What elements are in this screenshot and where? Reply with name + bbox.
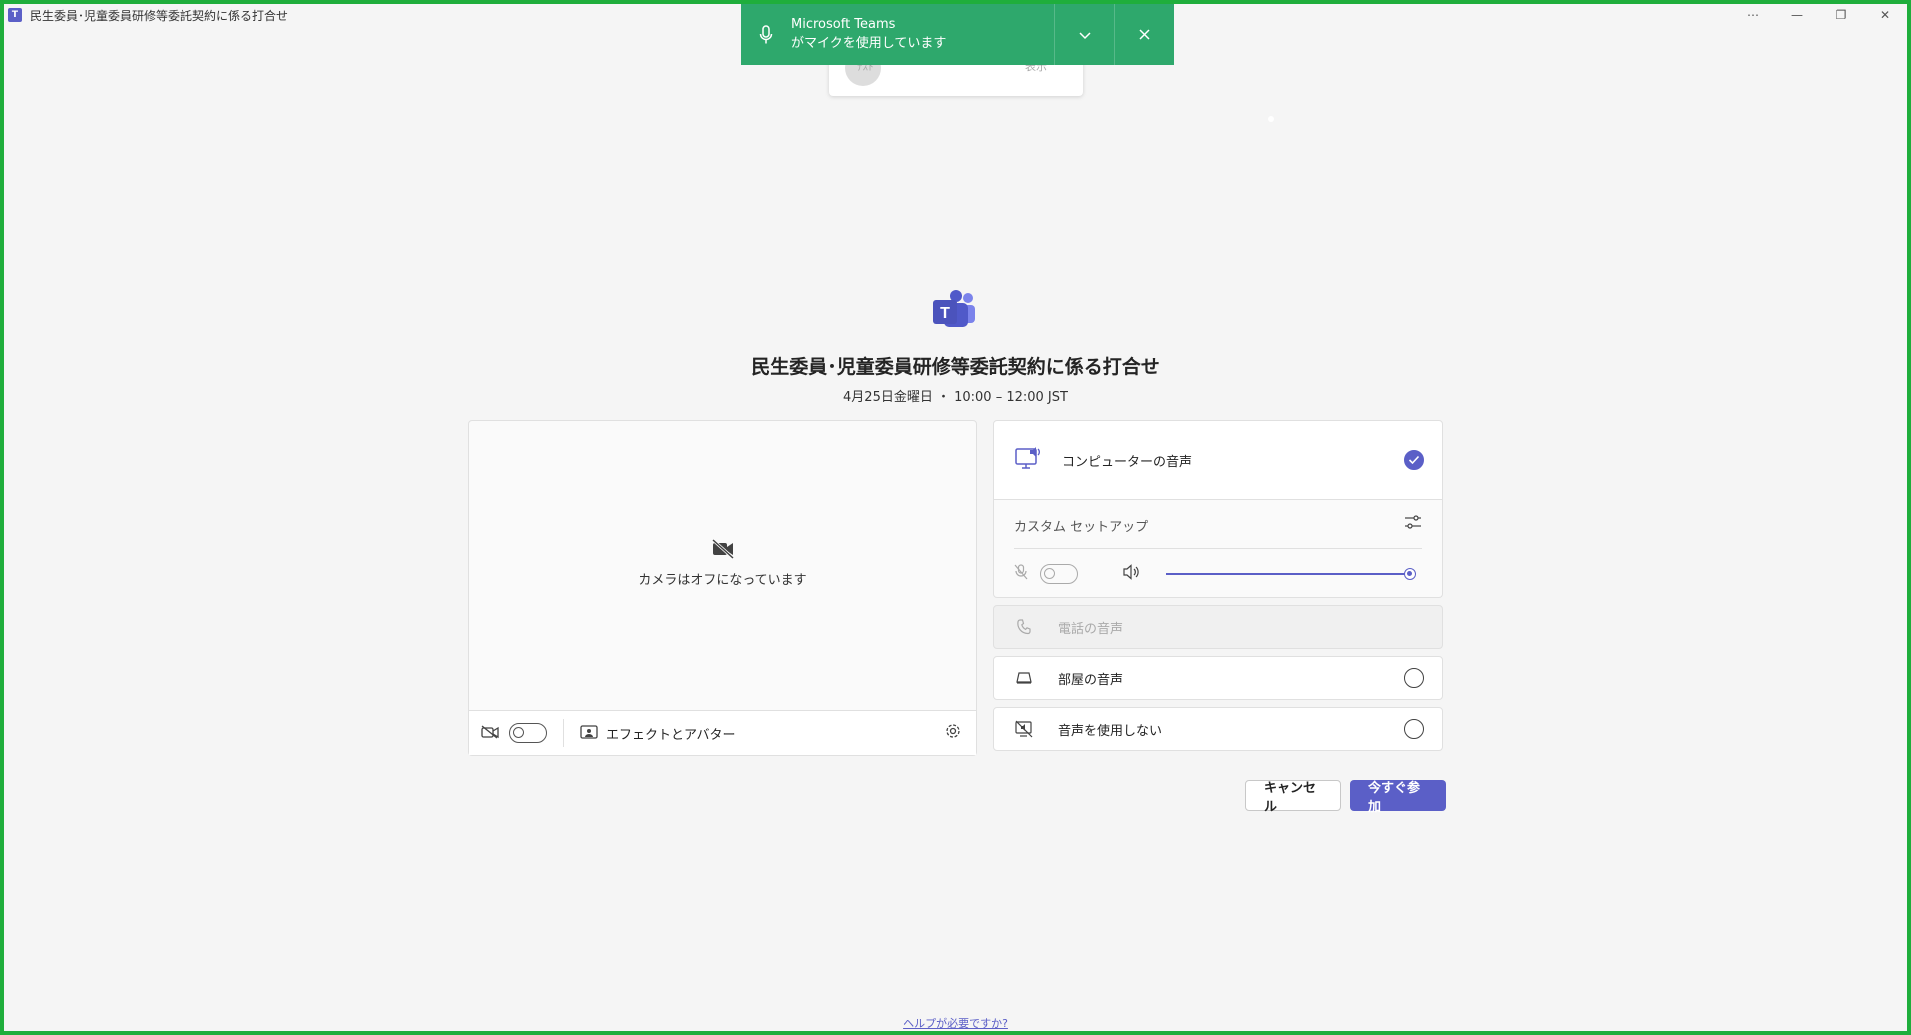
computer-audio-option[interactable]: コンピューターの音声 — [993, 420, 1443, 500]
microphone-icon — [741, 24, 791, 45]
sliders-icon[interactable] — [1404, 514, 1422, 534]
restore-button[interactable]: ❐ — [1819, 4, 1863, 26]
speaker-volume-slider[interactable] — [1166, 568, 1416, 580]
stray-dot — [1268, 116, 1274, 122]
meeting-title: 民生委員･児童委員研修等委託契約に係る打合せ — [751, 356, 1160, 378]
no-audio-radio[interactable] — [1404, 719, 1424, 739]
join-now-button[interactable]: 今すぐ参加 — [1350, 780, 1446, 815]
camera-icon — [481, 724, 499, 743]
no-audio-option[interactable]: 音声を使用しない — [993, 707, 1443, 751]
window-title: 民生委員･児童委員研修等委託契約に係る打合せ — [30, 8, 289, 23]
teams-app-icon: T — [8, 8, 22, 22]
effects-icon — [580, 724, 598, 743]
meeting-time: 4月25日金曜日 ・ 10:00 – 12:00 JST — [843, 390, 1068, 405]
toast-close-button[interactable] — [1114, 4, 1174, 65]
toast-app-name: Microsoft Teams — [791, 16, 896, 32]
teams-window: T 民生委員･児童委員研修等委託契約に係る打合せ ⋯ — ❐ ✕ ﾃｽﾄ 表示 … — [4, 4, 1907, 1031]
action-buttons: キャンセル 今すぐ参加 — [1245, 780, 1446, 815]
phone-audio-label: 電話の音声 — [1058, 621, 1124, 637]
divider — [1014, 548, 1422, 549]
teams-logo-icon: T — [932, 290, 976, 334]
chevron-down-icon — [1078, 25, 1091, 44]
custom-setup-panel: カスタム セットアップ — [993, 500, 1443, 598]
room-audio-radio[interactable] — [1404, 668, 1424, 688]
custom-setup-label: カスタム セットアップ — [1014, 520, 1149, 535]
effects-avatars-button[interactable]: エフェクトとアバター — [580, 724, 735, 743]
video-controls-bar: エフェクトとアバター — [469, 710, 976, 755]
phone-audio-option: 電話の音声 — [993, 605, 1443, 649]
toast-expand-button[interactable] — [1054, 4, 1114, 65]
phone-icon — [1014, 619, 1034, 635]
camera-off-indicator: カメラはオフになっています — [469, 538, 976, 588]
help-link[interactable]: ヘルプが必要ですか? — [4, 1015, 1907, 1031]
no-audio-label: 音声を使用しない — [1058, 723, 1163, 739]
room-audio-label: 部屋の音声 — [1058, 672, 1124, 688]
svg-text:T: T — [940, 305, 950, 322]
room-audio-icon — [1014, 672, 1034, 684]
video-preview-panel: カメラはオフになっています エフェクトとアバター — [468, 420, 977, 756]
audio-options: コンピューターの音声 カスタム セットアップ 電話の音声 部屋の音声 音声を使用… — [993, 420, 1443, 751]
divider — [563, 719, 564, 747]
cancel-button[interactable]: キャンセル — [1245, 780, 1341, 815]
computer-audio-radio[interactable] — [1404, 450, 1424, 470]
mic-toggle[interactable] — [1040, 564, 1078, 584]
speaker-icon — [1122, 564, 1140, 584]
room-audio-option[interactable]: 部屋の音声 — [993, 656, 1443, 700]
close-window-button[interactable]: ✕ — [1863, 4, 1907, 26]
toast-message: がマイクを使用しています — [791, 35, 947, 51]
mic-muted-icon — [1014, 564, 1028, 584]
effects-label: エフェクトとアバター — [606, 727, 736, 743]
close-icon — [1139, 25, 1150, 44]
computer-audio-label: コンピューターの音声 — [1062, 454, 1193, 470]
more-options-button[interactable]: ⋯ — [1731, 4, 1775, 26]
window-controls: ⋯ — ❐ ✕ — [1731, 4, 1907, 26]
camera-toggle[interactable] — [509, 723, 547, 743]
mic-in-use-toast: Microsoft Teams がマイクを使用しています — [741, 4, 1174, 65]
camera-off-icon — [711, 538, 735, 563]
computer-audio-icon — [1014, 444, 1042, 476]
minimize-button[interactable]: — — [1775, 4, 1819, 26]
no-audio-icon — [1014, 720, 1034, 738]
camera-off-label: カメラはオフになっています — [638, 573, 807, 588]
settings-gear-icon[interactable] — [944, 722, 962, 744]
volume-slider-thumb[interactable] — [1404, 568, 1416, 580]
